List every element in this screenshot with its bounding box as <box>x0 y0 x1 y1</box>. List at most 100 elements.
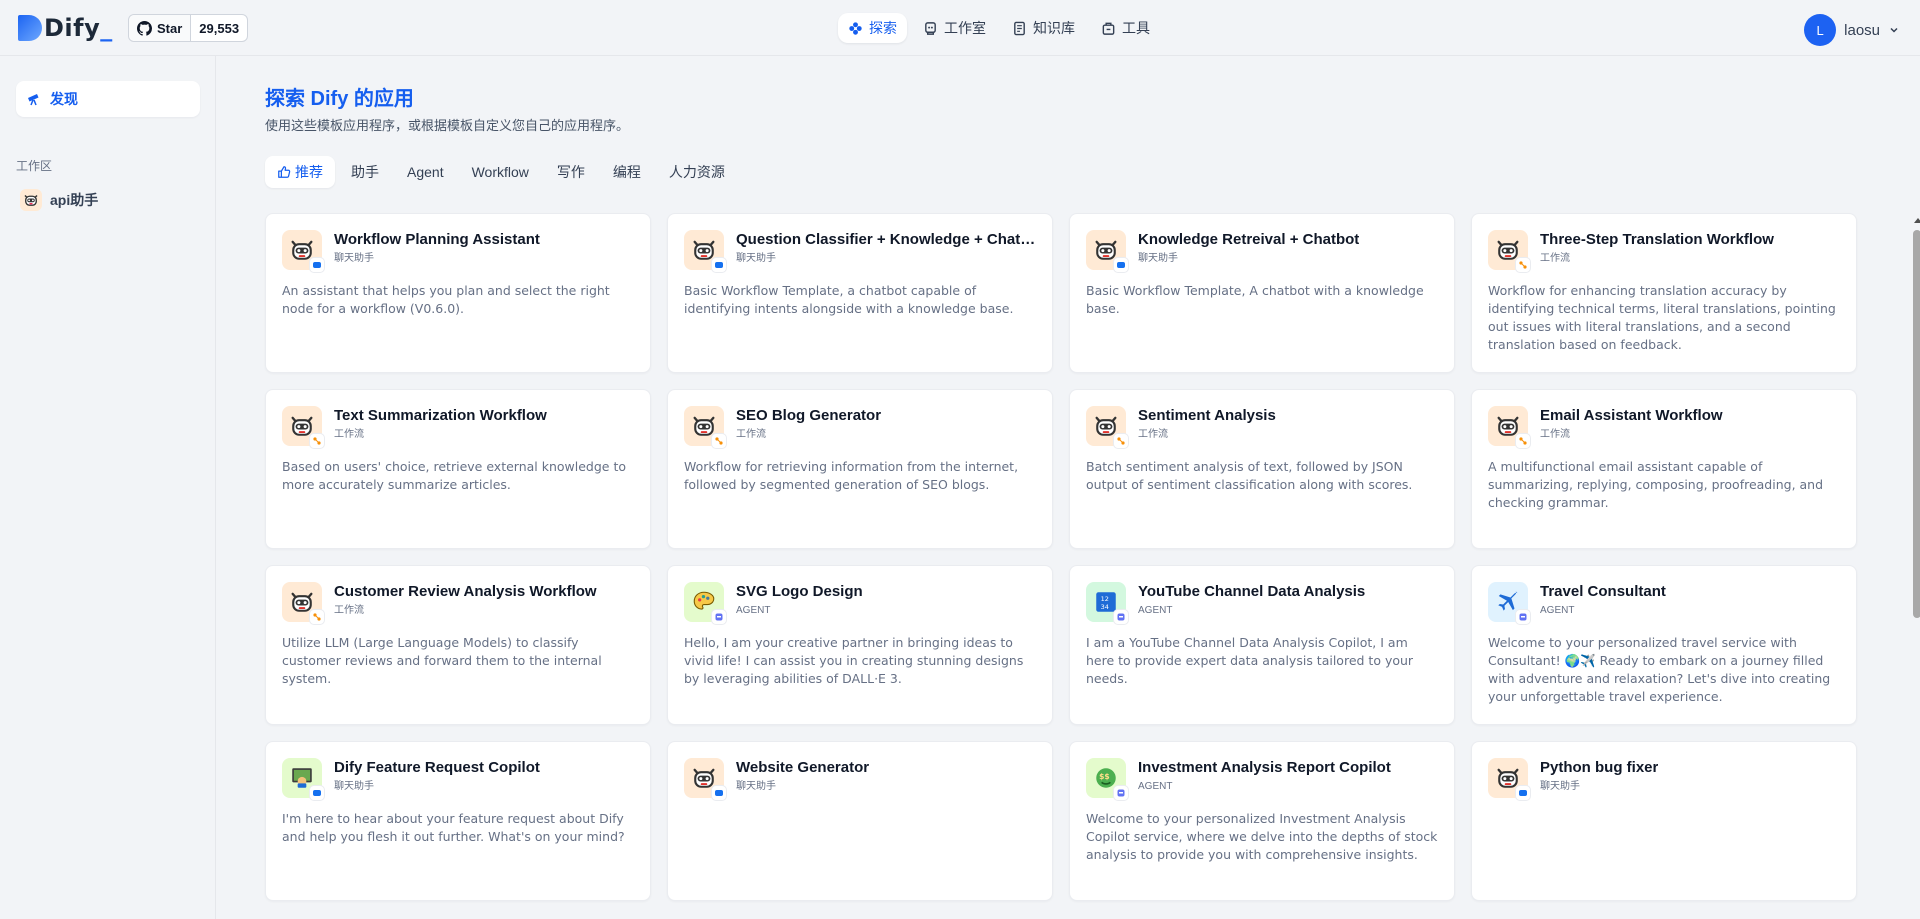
category-tabs: 推荐 助手 Agent Workflow 写作 编程 人力资源 <box>265 156 737 188</box>
app-card[interactable]: Workflow Planning Assistant 聊天助手 An assi… <box>265 213 651 373</box>
app-card-header: SVG Logo Design AGENT <box>684 582 1036 625</box>
app-card-header: Sentiment Analysis 工作流 <box>1086 406 1438 449</box>
github-icon <box>137 20 152 36</box>
app-card-description: Utilize LLM (Large Language Models) to c… <box>282 635 602 686</box>
workflow-type-badge-icon <box>1515 257 1531 273</box>
app-card[interactable]: Text Summarization Workflow 工作流 Based on… <box>265 389 651 549</box>
app-card-title: Website Generator <box>736 759 870 776</box>
scrollbar-thumb[interactable] <box>1913 230 1920 618</box>
nav-knowledge[interactable]: 知识库 <box>1002 13 1085 43</box>
tab-writing[interactable]: 写作 <box>545 156 597 188</box>
github-star-count[interactable]: 29,553 <box>191 15 247 41</box>
robot-icon <box>282 230 325 273</box>
app-card-type: 聊天助手 <box>334 253 374 264</box>
app-card-description: I am a YouTube Channel Data Analysis Cop… <box>1086 635 1414 686</box>
app-card-title: Text Summarization Workflow <box>334 407 547 424</box>
tab-programming[interactable]: 编程 <box>601 156 653 188</box>
tools-icon <box>1101 21 1116 36</box>
app-card-type: 工作流 <box>1540 429 1570 440</box>
page-subtitle: 使用这些模板应用程序，或根据模板自定义您自己的应用程序。 <box>265 118 630 133</box>
explore-icon <box>848 21 863 36</box>
github-star-label: Star <box>157 20 183 36</box>
robot-icon <box>684 758 727 801</box>
app-card-header: 12 34 YouTube Channel Data Analysis AGENT <box>1086 582 1438 625</box>
top-bar: Dify_ Star 29,553 探索 工作室 知识库 工具 L laosu <box>0 0 1920 56</box>
chat-type-badge-icon <box>309 257 325 273</box>
app-card-description: Based on users' choice, retrieve externa… <box>282 459 627 492</box>
app-card-header: Email Assistant Workflow 工作流 <box>1488 406 1840 449</box>
logo-cursor: _ <box>100 14 113 42</box>
app-card[interactable]: SVG Logo Design AGENT Hello, I am your c… <box>667 565 1053 725</box>
app-card[interactable]: Sentiment Analysis 工作流 Batch sentiment a… <box>1069 389 1455 549</box>
nav-explore-label: 探索 <box>869 20 897 36</box>
app-card[interactable]: Three-Step Translation Workflow 工作流 Work… <box>1471 213 1857 373</box>
github-star-button[interactable]: Star <box>129 15 192 41</box>
app-card-title: Sentiment Analysis <box>1138 407 1276 424</box>
app-card[interactable]: Customer Review Analysis Workflow 工作流 Ut… <box>265 565 651 725</box>
app-card-type: 聊天助手 <box>736 253 776 264</box>
app-card-title: SVG Logo Design <box>736 583 863 600</box>
tab-recommended[interactable]: 推荐 <box>265 156 335 188</box>
app-card-description: A multifunctional email assistant capabl… <box>1488 459 1824 510</box>
dify-logo-mark <box>18 15 42 41</box>
app-card-header: Website Generator 聊天助手 <box>684 758 1036 801</box>
app-card-title: Customer Review Analysis Workflow <box>334 583 597 600</box>
app-card-header: Travel Consultant AGENT <box>1488 582 1840 625</box>
tab-assistant[interactable]: 助手 <box>339 156 391 188</box>
github-star-widget[interactable]: Star 29,553 <box>128 14 249 42</box>
app-card[interactable]: Website Generator 聊天助手 <box>667 741 1053 901</box>
svg-text:12: 12 <box>1101 595 1109 603</box>
nav-tools[interactable]: 工具 <box>1091 13 1160 43</box>
app-card[interactable]: Knowledge Retreival + Chatbot 聊天助手 Basic… <box>1069 213 1455 373</box>
app-card-title: Python bug fixer <box>1540 759 1659 776</box>
robot-icon <box>1086 230 1129 273</box>
tab-agent[interactable]: Agent <box>395 156 456 188</box>
app-card-description: Welcome to your personalized Investment … <box>1086 811 1438 862</box>
app-card-header: Knowledge Retreival + Chatbot 聊天助手 <box>1086 230 1438 273</box>
avatar: L <box>1804 14 1837 46</box>
app-card-header: Question Classifier + Knowledge + Chatbo… <box>684 230 1036 273</box>
app-card-type: 工作流 <box>1138 429 1168 440</box>
scrollbar[interactable] <box>1913 218 1920 919</box>
app-card[interactable]: SEO Blog Generator 工作流 Workflow for retr… <box>667 389 1053 549</box>
numbers-icon: 12 34 <box>1086 582 1129 625</box>
nav-studio[interactable]: 工作室 <box>913 13 996 43</box>
sidebar-item-api-assistant[interactable]: api助手 <box>20 189 98 211</box>
app-card-type: 聊天助手 <box>1540 781 1580 792</box>
robot-icon <box>1488 230 1531 273</box>
app-card[interactable]: $$ Investment Analysis Report Copilot AG… <box>1069 741 1455 901</box>
app-card-header: Customer Review Analysis Workflow 工作流 <box>282 582 634 625</box>
svg-text:$$: $$ <box>1099 772 1110 781</box>
robot-icon <box>684 230 727 273</box>
nav-knowledge-label: 知识库 <box>1033 20 1075 36</box>
agent-type-badge-icon <box>1515 609 1531 625</box>
main-nav: 探索 工作室 知识库 工具 <box>838 13 1160 43</box>
app-card[interactable]: Travel Consultant AGENT Welcome to your … <box>1471 565 1857 725</box>
sidebar-item-label: api助手 <box>50 192 99 208</box>
app-card-type: 聊天助手 <box>334 781 374 792</box>
dify-logo[interactable]: Dify_ <box>18 14 113 42</box>
svg-text:34: 34 <box>1101 603 1109 611</box>
app-card[interactable]: 12 34 YouTube Channel Data Analysis AGENT… <box>1069 565 1455 725</box>
app-card[interactable]: Email Assistant Workflow 工作流 A multifunc… <box>1471 389 1857 549</box>
sidebar-item-discover[interactable]: 发现 <box>16 81 200 117</box>
app-card[interactable]: Python bug fixer 聊天助手 <box>1471 741 1857 901</box>
robot-icon <box>282 582 325 625</box>
chevron-down-icon <box>1888 24 1900 36</box>
tab-workflow[interactable]: Workflow <box>460 156 541 188</box>
user-name: laosu <box>1844 21 1880 39</box>
user-menu[interactable]: L laosu <box>1804 14 1900 46</box>
app-card-type: AGENT <box>736 605 771 616</box>
palette-icon <box>684 582 727 625</box>
app-card-description: I'm here to hear about your feature requ… <box>282 811 625 844</box>
robot-icon <box>282 406 325 449</box>
tab-hr[interactable]: 人力资源 <box>657 156 737 188</box>
scroll-up-arrow-icon[interactable] <box>1914 218 1920 223</box>
app-card[interactable]: Dify Feature Request Copilot 聊天助手 I'm he… <box>265 741 651 901</box>
app-card[interactable]: Question Classifier + Knowledge + Chatbo… <box>667 213 1053 373</box>
chat-type-badge-icon <box>309 785 325 801</box>
app-card-type: 聊天助手 <box>736 781 776 792</box>
nav-explore[interactable]: 探索 <box>838 13 907 43</box>
app-card-type: 聊天助手 <box>1138 253 1178 264</box>
robot-icon <box>20 189 42 211</box>
